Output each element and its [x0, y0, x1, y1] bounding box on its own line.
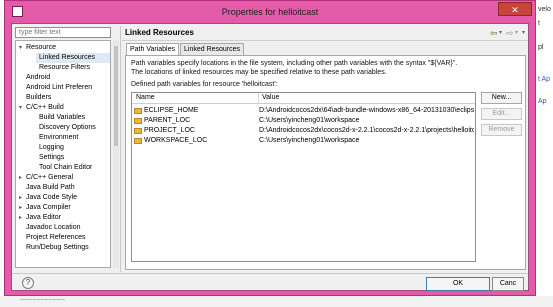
tree-item-run-debug-settings[interactable]: Run/Debug Settings: [16, 243, 89, 253]
tree-item-linked-resources[interactable]: Linked Resources: [36, 53, 110, 63]
variable-value: C:\Users\yincheng01\workspace: [259, 137, 360, 144]
background-text: pl: [538, 44, 544, 51]
expand-icon[interactable]: ▾: [19, 43, 25, 53]
back-arrow-icon[interactable]: ⇦: [490, 27, 498, 39]
tree-scrollbar[interactable]: [113, 40, 119, 268]
properties-dialog: Properties for helloitcast ✕ type filter…: [4, 0, 536, 296]
header-divider: [122, 40, 528, 41]
folder-icon: [134, 128, 142, 134]
tree-item-java-editor[interactable]: ▸ Java Editor: [16, 213, 61, 223]
background-link: Ap: [538, 98, 547, 105]
scrollbar-thumb[interactable]: [114, 46, 118, 146]
table-row[interactable]: PARENT_LOC C:\Users\yincheng01\workspace: [132, 116, 475, 126]
view-menu-icon[interactable]: ▾: [522, 27, 525, 39]
background-strip: ~~~~~~~~~~~: [0, 296, 553, 307]
background-text: ~~~~~~~~~~~: [20, 297, 65, 304]
tree-item-javadoc-location[interactable]: Javadoc Location: [16, 223, 80, 233]
edit-button[interactable]: Edit...: [481, 108, 522, 120]
variable-name: PROJECT_LOC: [144, 127, 195, 134]
variable-name: WORKSPACE_LOC: [144, 137, 208, 144]
expand-icon[interactable]: ▸: [19, 193, 25, 203]
folder-icon: [134, 138, 142, 144]
column-header-name[interactable]: Name: [136, 94, 155, 101]
variable-name: ECLIPSE_HOME: [144, 107, 199, 114]
forward-arrow-icon[interactable]: ⇨: [506, 27, 514, 39]
preference-tree: ▾ Resource Linked Resources Resource Filt…: [15, 40, 111, 268]
column-divider[interactable]: [258, 93, 259, 103]
tree-item-android-lint[interactable]: Android Lint Preferen: [16, 83, 92, 93]
background-text: velo: [538, 6, 551, 13]
variable-value: C:\Users\yincheng01\workspace: [259, 117, 360, 124]
cancel-button[interactable]: Canc: [492, 277, 524, 291]
filter-input[interactable]: type filter text: [15, 27, 111, 38]
remove-button[interactable]: Remove: [481, 124, 522, 136]
background-link: t Ap: [538, 76, 551, 83]
background-text: t: [538, 20, 540, 27]
variable-name: PARENT_LOC: [144, 117, 191, 124]
expand-icon[interactable]: ▸: [19, 173, 25, 183]
tree-item-project-references[interactable]: Project References: [16, 233, 86, 243]
page-title: Linked Resources: [125, 28, 194, 37]
expand-icon[interactable]: ▸: [19, 213, 25, 223]
description-line: Path variables specify locations in the …: [131, 60, 458, 67]
table-row[interactable]: WORKSPACE_LOC C:\Users\yincheng01\worksp…: [132, 136, 475, 146]
tree-item-cpp-general[interactable]: ▸ C/C++ General: [16, 173, 73, 183]
folder-icon: [134, 108, 142, 114]
column-header-value[interactable]: Value: [262, 94, 279, 101]
description-line: The locations of linked resources may be…: [131, 69, 387, 76]
new-button[interactable]: New...: [481, 92, 522, 104]
ok-button[interactable]: OK: [426, 277, 490, 291]
folder-icon: [134, 118, 142, 124]
tree-item-environment[interactable]: Environment: [36, 133, 78, 143]
chevron-down-icon[interactable]: ▾: [515, 27, 518, 39]
table-header: Name Value: [132, 93, 475, 104]
dialog-title: Properties for helloitcast: [221, 7, 319, 17]
path-variables-table: Name Value ECLIPSE_HOME D:\Androidcocos2…: [131, 92, 476, 262]
defined-variables-label: Defined path variables for resource 'hel…: [131, 81, 278, 88]
tree-item-android[interactable]: Android: [16, 73, 50, 83]
dialog-client-area: type filter text ▾ Resource Linked Resour…: [11, 23, 529, 291]
table-row[interactable]: PROJECT_LOC D:\Androidcocos2dx\cocos2d-x…: [132, 126, 475, 136]
variable-value: D:\Androidcocos2dx\64\adt-bundle-windows…: [259, 107, 474, 114]
tree-item-java-compiler[interactable]: ▸ Java Compiler: [16, 203, 71, 213]
page-header: Linked Resources ⇦ ▾ ⇨ ▾ ▾: [122, 26, 528, 40]
close-button[interactable]: ✕: [498, 2, 532, 16]
expand-icon[interactable]: ▸: [19, 203, 25, 213]
footer-divider: [12, 273, 528, 274]
tree-item-resource[interactable]: ▾ Resource: [16, 43, 110, 53]
tree-item-discovery-options[interactable]: Discovery Options: [36, 123, 96, 133]
tree-item-java-code-style[interactable]: ▸ Java Code Style: [16, 193, 77, 203]
chevron-down-icon[interactable]: ▾: [499, 27, 502, 39]
table-row[interactable]: ECLIPSE_HOME D:\Androidcocos2dx\64\adt-b…: [132, 106, 475, 116]
tree-item-java-build-path[interactable]: Java Build Path: [16, 183, 75, 193]
title-bar[interactable]: Properties for helloitcast ✕: [5, 1, 535, 23]
tree-item-resource-filters[interactable]: Resource Filters: [36, 63, 90, 73]
tree-item-logging[interactable]: Logging: [36, 143, 64, 153]
tree-item-builders[interactable]: Builders: [16, 93, 51, 103]
tree-item-build-variables[interactable]: Build Variables: [36, 113, 85, 123]
tree-item-settings[interactable]: Settings: [36, 153, 64, 163]
background-window-fragment: velo t pl t Ap Ap: [536, 0, 553, 307]
tree-item-tool-chain-editor[interactable]: Tool Chain Editor: [36, 163, 92, 173]
variable-value: D:\Androidcocos2dx\cocos2d-x-2.2.1\cocos…: [259, 127, 474, 134]
splitter[interactable]: [120, 26, 121, 272]
help-icon[interactable]: ?: [22, 277, 34, 289]
tree-item-cpp-build[interactable]: ▾ C/C++ Build: [16, 103, 64, 113]
path-variables-pane: Path variables specify locations in the …: [125, 55, 526, 270]
expand-icon[interactable]: ▾: [19, 103, 25, 113]
